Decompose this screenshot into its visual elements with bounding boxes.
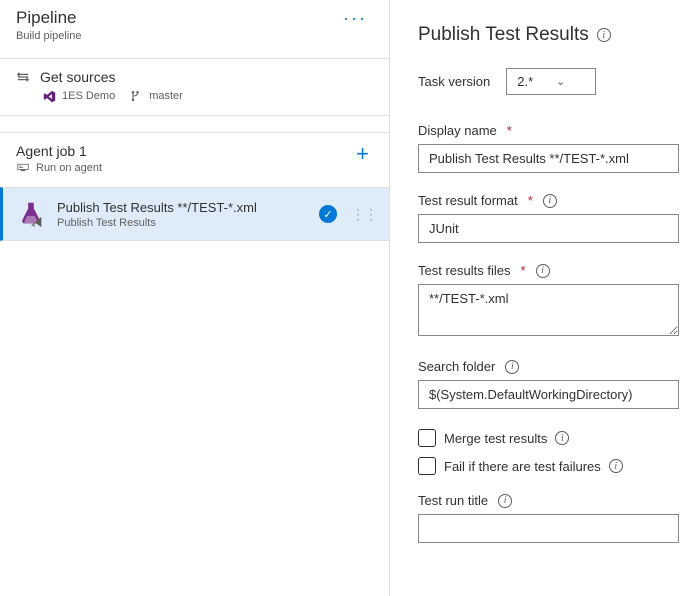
- info-icon[interactable]: i: [597, 28, 611, 42]
- search-folder-label: Search folder: [418, 359, 495, 374]
- info-icon[interactable]: i: [543, 194, 557, 208]
- test-run-title-label: Test run title: [418, 493, 488, 508]
- beaker-icon: [15, 198, 47, 230]
- chevron-down-icon: ⌄: [556, 75, 565, 88]
- merge-results-checkbox[interactable]: [418, 429, 436, 447]
- add-task-button[interactable]: +: [352, 143, 373, 165]
- fail-checkbox[interactable]: [418, 457, 436, 475]
- search-folder-input[interactable]: [418, 380, 679, 409]
- pipeline-subtitle: Build pipeline: [16, 30, 81, 42]
- pipeline-title: Pipeline: [16, 8, 81, 28]
- vs-icon: [42, 89, 56, 103]
- branch-name: master: [149, 90, 183, 102]
- get-sources-title: Get sources: [40, 69, 115, 85]
- repo-name: 1ES Demo: [62, 90, 115, 102]
- get-sources-section[interactable]: Get sources 1ES Demo master: [0, 58, 389, 116]
- info-icon[interactable]: i: [555, 431, 569, 445]
- panel-title: Publish Test Results: [418, 24, 589, 46]
- agent-job-subtitle: Run on agent: [36, 162, 102, 174]
- task-version-select[interactable]: 2.* ⌄: [506, 68, 596, 95]
- fail-label: Fail if there are test failures: [444, 459, 601, 474]
- info-icon[interactable]: i: [609, 459, 623, 473]
- sources-icon: [16, 70, 30, 84]
- task-title: Publish Test Results **/TEST-*.xml: [57, 200, 309, 215]
- task-version-label: Task version: [418, 74, 490, 89]
- agent-job-title: Agent job 1: [16, 143, 102, 159]
- task-details-panel: Publish Test Results i Task version 2.* …: [390, 0, 699, 596]
- task-subtitle: Publish Test Results: [57, 217, 309, 229]
- agent-icon: [16, 161, 30, 175]
- test-result-format-label: Test result format: [418, 193, 518, 208]
- task-version-value: 2.*: [517, 74, 533, 89]
- display-name-input[interactable]: [418, 144, 679, 173]
- test-results-files-label: Test results files: [418, 263, 510, 278]
- check-icon: ✓: [319, 205, 337, 223]
- info-icon[interactable]: i: [505, 360, 519, 374]
- pipeline-more-button[interactable]: ···: [337, 8, 373, 29]
- branch-icon: [129, 89, 143, 103]
- pipeline-panel: Pipeline Build pipeline ··· Get sources …: [0, 0, 390, 596]
- test-run-title-input[interactable]: [418, 514, 679, 543]
- merge-results-label: Merge test results: [444, 431, 547, 446]
- test-results-files-input[interactable]: [418, 284, 679, 336]
- pipeline-header: Pipeline Build pipeline ···: [0, 8, 389, 54]
- info-icon[interactable]: i: [498, 494, 512, 508]
- display-name-label: Display name: [418, 123, 497, 138]
- agent-job-section[interactable]: Agent job 1 Run on agent +: [0, 132, 389, 187]
- task-publish-test-results[interactable]: Publish Test Results **/TEST-*.xml Publi…: [0, 187, 389, 241]
- drag-handle[interactable]: [347, 208, 381, 220]
- test-result-format-input[interactable]: [418, 214, 679, 243]
- info-icon[interactable]: i: [536, 264, 550, 278]
